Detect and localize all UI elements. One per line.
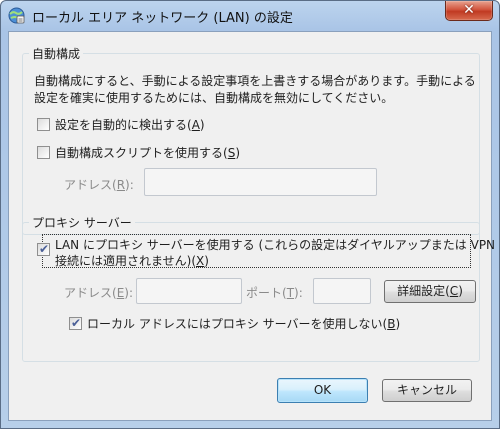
auto-config-group-title: 自動構成 [29,45,84,62]
use-script-label[interactable]: 自動構成スクリプトを使用する(S) [55,145,240,161]
script-address-label: アドレス(R): [64,178,134,192]
internet-options-icon [8,7,25,24]
close-icon: ✕ [463,2,475,18]
auto-detect-label[interactable]: 設定を自動的に検出する(A) [55,117,205,133]
advanced-settings-button[interactable]: 詳細設定(C) [384,280,476,303]
proxy-address-input[interactable] [136,278,242,304]
use-script-checkbox[interactable] [37,146,50,159]
checkmark-icon: ✔ [39,242,50,256]
close-button[interactable]: ✕ [445,1,493,21]
checkmark-icon: ✔ [71,316,82,330]
auto-detect-checkbox[interactable] [37,118,50,131]
lan-settings-dialog: ローカル エリア ネットワーク (LAN) の設定 ✕ 自動構成 自動構成にする… [0,0,500,429]
proxy-port-label: ポート(T): [246,286,303,300]
dialog-client-area: 自動構成 自動構成にすると、手動による設定事項を上書きする場合があります。手動に… [8,31,495,421]
proxy-server-group: プロキシ サーバー ✔ LAN にプロキシ サーバーを使用する (これらの設定は… [22,214,495,362]
auto-config-description-line1: 自動構成にすると、手動による設定事項を上書きする場合があります。手動による [34,74,476,88]
title-bar[interactable]: ローカル エリア ネットワーク (LAN) の設定 ✕ [1,1,499,31]
window-title: ローカル エリア ネットワーク (LAN) の設定 [32,11,293,26]
bypass-local-checkbox[interactable]: ✔ [69,316,82,330]
proxy-server-group-title: プロキシ サーバー [29,214,135,231]
use-proxy-label-line1[interactable]: LAN にプロキシ サーバーを使用する (これらの設定はダイヤルアップまたは V… [55,237,495,253]
use-proxy-label-line2[interactable]: 接続には適用されません)(X) [55,253,209,269]
script-address-input[interactable] [144,168,377,196]
auto-config-description-line2: 設定を確実に使用するためには、自動構成を無効にしてください。 [34,91,394,105]
proxy-port-input[interactable] [313,278,371,304]
ok-button[interactable]: OK [277,378,368,403]
cancel-button[interactable]: キャンセル [382,379,472,402]
proxy-address-label: アドレス(E): [64,286,134,300]
auto-config-group: 自動構成 自動構成にすると、手動による設定事項を上書きする場合があります。手動に… [22,45,480,235]
bypass-local-label[interactable]: ローカル アドレスにはプロキシ サーバーを使用しない(B) [87,316,400,332]
use-proxy-checkbox[interactable]: ✔ [37,242,50,256]
